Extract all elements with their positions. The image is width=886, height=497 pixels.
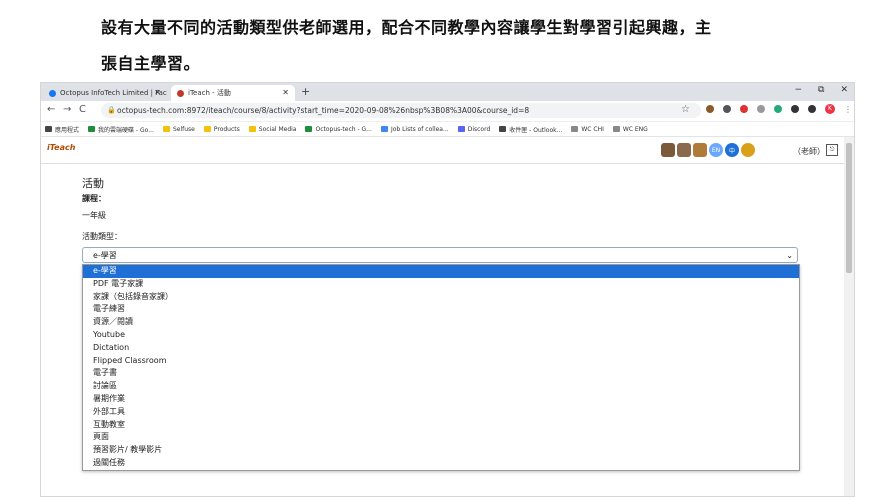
option-item[interactable]: 頁面 — [83, 431, 799, 444]
url-input[interactable]: 🔒 octopus-tech.com:8972/iteach/course/8/… — [101, 103, 701, 118]
option-item[interactable]: 外部工具 — [83, 406, 799, 419]
activity-type-label: 活動類型： — [82, 232, 122, 241]
chevron-down-icon: ⌄ — [786, 251, 793, 260]
store-icon[interactable] — [661, 143, 675, 157]
bookmark-item[interactable]: 應用程式 — [45, 125, 79, 134]
page-title: 活動 — [82, 177, 104, 190]
option-item[interactable]: Flipped Classroom — [83, 355, 799, 368]
extension-icon[interactable] — [723, 105, 731, 113]
scrollbar-thumb[interactable] — [846, 143, 852, 273]
close-icon[interactable]: ✕ — [282, 88, 289, 97]
folder-icon — [248, 126, 256, 132]
course-label: 課程： — [82, 194, 106, 203]
tab-facebook[interactable]: Octopus InfoTech Limited | Fac ✕ — [43, 85, 167, 101]
bookmark-item[interactable]: Social Media — [248, 126, 296, 133]
address-bar: ← → C 🔒 octopus-tech.com:8972/iteach/cou… — [41, 101, 854, 122]
close-icon[interactable]: ✕ — [154, 88, 161, 97]
computer-icon[interactable] — [677, 143, 691, 157]
activity-type-select[interactable]: e-學習 ⌄ — [82, 247, 798, 263]
bookmarks-bar: 應用程式 我的雲端硬碟 - Go... Selfuse Products Soc… — [41, 122, 854, 137]
option-item[interactable]: 過關任務 — [83, 457, 799, 470]
reload-icon[interactable]: C — [79, 104, 86, 115]
discord-icon — [457, 126, 465, 132]
bookmark-item[interactable]: Discord — [457, 126, 490, 133]
extension-icon[interactable] — [791, 105, 799, 113]
minimize-icon[interactable]: − — [794, 85, 802, 95]
bookmark-item[interactable]: Products — [203, 126, 240, 133]
tab-iteach[interactable]: iTeach - 活動 ✕ — [171, 85, 295, 101]
option-item[interactable]: 資源／閱讀 — [83, 316, 799, 329]
bookmark-star-icon[interactable]: ☆ — [681, 104, 690, 115]
iteach-logo[interactable]: iTeach — [47, 143, 75, 152]
puzzle-icon[interactable] — [808, 105, 816, 113]
bookmark-item[interactable]: 收件匣 - Outlook... — [499, 125, 562, 134]
logout-icon[interactable]: ⎋ — [826, 144, 838, 156]
new-tab-button[interactable]: + — [301, 85, 310, 98]
option-item[interactable]: 預習影片/ 教學影片 — [83, 444, 799, 457]
caption-line-1: 設有大量不同的活動類型供老師選用，配合不同教學內容讓學生對學習引起興趣，主 — [101, 18, 712, 37]
option-item[interactable]: 暑期作業 — [83, 393, 799, 406]
bookmark-item[interactable]: Job Lists of collea... — [380, 126, 449, 133]
profile-avatar[interactable]: K — [825, 104, 835, 114]
bookmark-item[interactable]: Selfuse — [162, 126, 195, 133]
tab-bar: Octopus InfoTech Limited | Fac ✕ iTeach … — [41, 83, 854, 101]
option-e-learning[interactable]: e-學習 — [83, 265, 799, 278]
extension-icon[interactable] — [774, 105, 782, 113]
option-item[interactable]: Dictation — [83, 342, 799, 355]
bookmark-item[interactable]: WC ENG — [612, 126, 648, 133]
app-header: iTeach EN 中 （老師） ⎋ — [41, 137, 854, 164]
option-item[interactable]: 電子書 — [83, 367, 799, 380]
tab-title: iTeach - 活動 — [188, 89, 231, 97]
lang-zh-button[interactable]: 中 — [725, 143, 739, 157]
sheets-icon — [305, 126, 313, 132]
tab-title: Octopus InfoTech Limited | Fac — [60, 89, 167, 97]
extension-icons: K ⋮ — [706, 104, 852, 114]
selected-type: e-學習 — [93, 251, 117, 260]
drive-icon — [88, 126, 96, 132]
facebook-icon — [49, 89, 56, 97]
option-item[interactable]: Youtube — [83, 329, 799, 342]
close-window-icon[interactable]: ✕ — [840, 85, 848, 95]
folder-icon — [162, 126, 170, 132]
iteach-favicon-icon — [177, 89, 184, 97]
menu-icon[interactable]: ⋮ — [844, 105, 852, 114]
back-icon[interactable]: ← — [47, 104, 55, 115]
header-icons: EN 中 — [661, 143, 755, 157]
option-item[interactable]: 互動教室 — [83, 419, 799, 432]
forward-icon[interactable]: → — [63, 104, 71, 115]
gear-icon[interactable] — [741, 143, 755, 157]
outlook-icon — [499, 126, 507, 132]
option-item[interactable]: PDF 電子家課 — [83, 278, 799, 291]
extension-icon[interactable] — [757, 105, 765, 113]
link-icon — [571, 126, 579, 132]
activity-type-options: e-學習 PDF 電子家課 家課（包括錄音家課） 電子練習 資源／閱讀 Yout… — [82, 264, 800, 471]
page-content: iTeach EN 中 （老師） ⎋ 活動 課程： 一年級 活動類型： e-學習… — [41, 137, 854, 496]
url-text: octopus-tech.com:8972/iteach/course/8/ac… — [117, 106, 530, 115]
drive-icon — [380, 126, 388, 132]
option-item[interactable]: 家課（包括錄音家課） — [83, 291, 799, 304]
option-item[interactable]: 討論區 — [83, 380, 799, 393]
folder-icon — [203, 126, 211, 132]
apps-icon — [45, 126, 52, 132]
user-role: （老師） — [793, 147, 825, 156]
caption-line-2: 張自主學習。 — [101, 54, 201, 73]
extension-icon[interactable] — [740, 105, 748, 113]
bookmark-item[interactable]: WC CHI — [571, 126, 604, 133]
window-controls: − ⧉ ✕ — [794, 85, 848, 95]
lock-icon: 🔒 — [107, 106, 116, 114]
lang-en-button[interactable]: EN — [709, 143, 723, 157]
bookmark-item[interactable]: Octopus-tech - G... — [305, 126, 372, 133]
browser-window: Octopus InfoTech Limited | Fac ✕ iTeach … — [40, 82, 855, 497]
option-item[interactable]: 電子練習 — [83, 303, 799, 316]
tools-icon[interactable] — [693, 143, 707, 157]
course-value: 一年級 — [82, 211, 106, 220]
image-icon — [612, 126, 620, 132]
maximize-icon[interactable]: ⧉ — [818, 85, 824, 95]
extension-icon[interactable] — [706, 105, 714, 113]
bookmark-item[interactable]: 我的雲端硬碟 - Go... — [88, 125, 154, 134]
